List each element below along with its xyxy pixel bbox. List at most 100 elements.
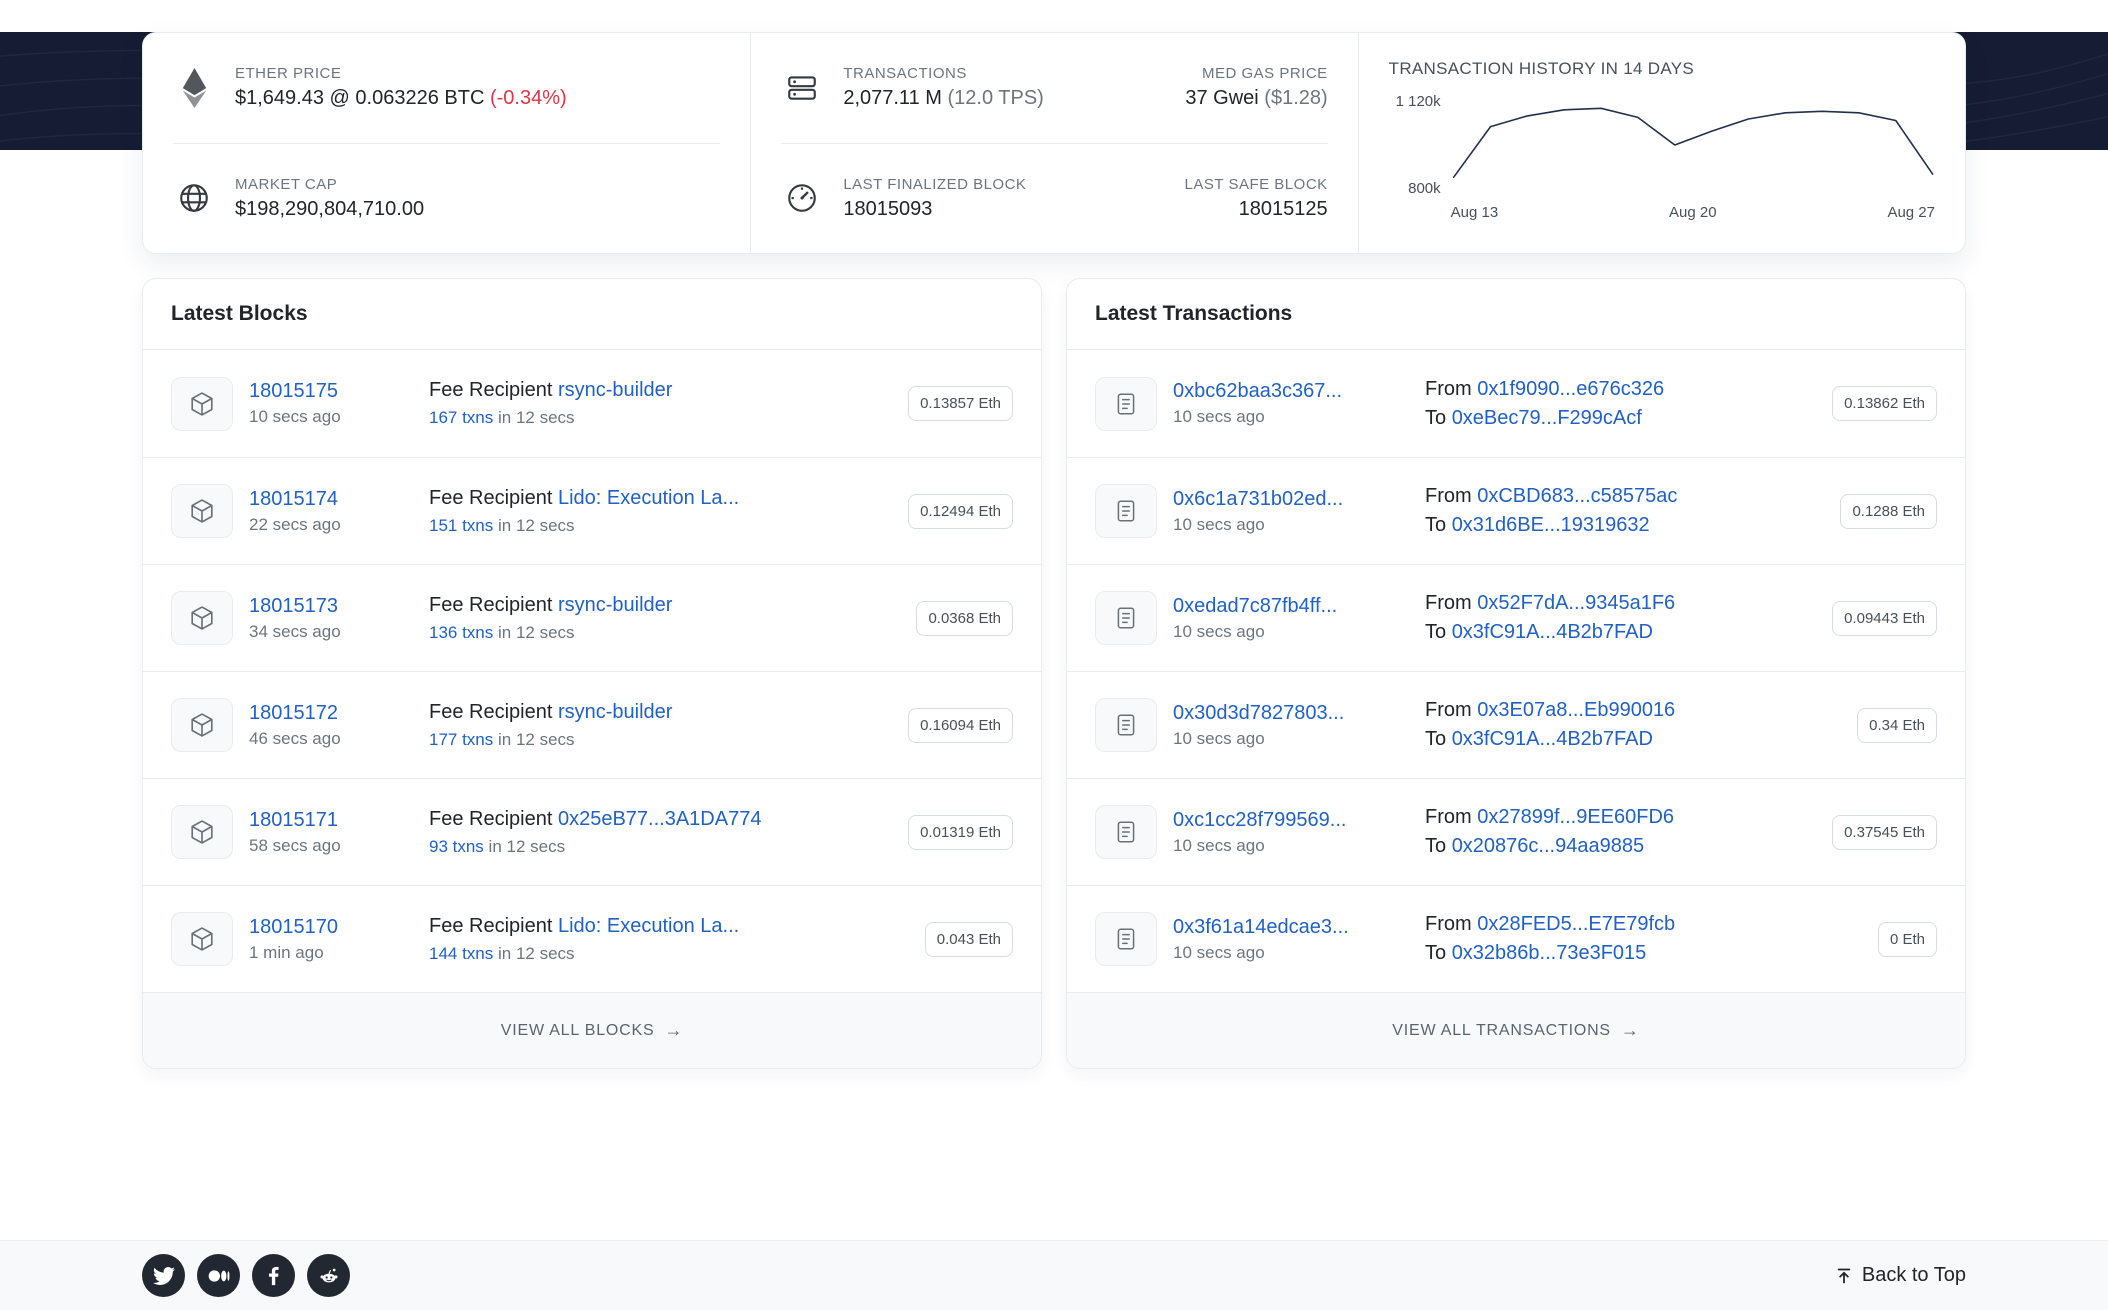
fee-recipient-label: Fee Recipient (429, 914, 553, 937)
network-stats-column: TRANSACTIONS 2,077.11 M (12.0 TPS) MED G… (750, 33, 1357, 253)
block-reward-badge: 0.0368 Eth (916, 600, 1013, 636)
tx-value-badge: 0.1288 Eth (1840, 493, 1937, 529)
latest-blocks-list: 18015175 10 secs ago Fee Recipient rsync… (143, 350, 1041, 992)
tx-to-label: To (1425, 835, 1447, 857)
block-reward-badge: 0.01319 Eth (908, 814, 1013, 850)
ether-price-btc: @ 0.063226 BTC (329, 87, 485, 110)
transaction-document-icon (1095, 591, 1157, 645)
fee-recipient-link[interactable]: rsync-builder (558, 379, 672, 401)
block-cube-icon (171, 484, 233, 538)
transaction-history-chart: TRANSACTION HISTORY IN 14 DAYS 1 120k 80… (1357, 33, 1965, 253)
latest-transactions-title: Latest Transactions (1095, 302, 1293, 325)
block-row: 18015170 1 min ago Fee Recipient Lido: E… (143, 885, 1041, 992)
med-gas-usd: ($1.28) (1264, 87, 1328, 110)
block-duration: in 12 secs (498, 515, 575, 535)
tx-to-link[interactable]: 0x20876c...94aa9885 (1452, 835, 1644, 857)
block-age: 1 min ago (249, 942, 324, 962)
tx-hash-link[interactable]: 0x30d3d7827803... (1173, 702, 1344, 725)
fee-recipient-label: Fee Recipient (429, 700, 553, 723)
back-to-top-link[interactable]: Back to Top (1835, 1264, 1966, 1287)
chart-y-min: 800k (1408, 180, 1441, 197)
ether-price-label: ETHER PRICE (235, 65, 342, 83)
block-txns-link[interactable]: 177 txns (429, 730, 493, 749)
fee-recipient-link[interactable]: Lido: Execution La... (558, 487, 739, 509)
tx-age: 10 secs ago (1173, 942, 1265, 962)
tx-to-link[interactable]: 0x32b86b...73e3F015 (1452, 942, 1647, 964)
transaction-row: 0xc1cc28f799569... 10 secs ago From 0x27… (1067, 778, 1965, 885)
chart-title: TRANSACTION HISTORY IN 14 DAYS (1388, 59, 1694, 78)
block-txns-link[interactable]: 93 txns (429, 837, 484, 856)
tx-to-label: To (1425, 728, 1447, 750)
block-txns-link[interactable]: 151 txns (429, 516, 493, 535)
view-all-blocks-link[interactable]: VIEW ALL BLOCKS → (143, 993, 1041, 1068)
latest-blocks-title: Latest Blocks (171, 302, 308, 325)
view-all-transactions-link[interactable]: VIEW ALL TRANSACTIONS → (1067, 993, 1965, 1068)
tx-from-link[interactable]: 0x3E07a8...Eb990016 (1477, 699, 1675, 721)
tx-from-label: From (1425, 913, 1472, 935)
block-txns-link[interactable]: 136 txns (429, 623, 493, 642)
tx-to-link[interactable]: 0xeBec79...F299cAcf (1452, 407, 1642, 429)
fee-recipient-label: Fee Recipient (429, 807, 553, 830)
tx-from-link[interactable]: 0x27899f...9EE60FD6 (1477, 806, 1674, 828)
block-number-link[interactable]: 18015171 (249, 809, 341, 832)
ether-price-usd[interactable]: $1,649.43 (235, 87, 324, 109)
block-reward-badge: 0.12494 Eth (908, 493, 1013, 529)
block-cube-icon (171, 698, 233, 752)
ether-price-value[interactable]: $1,649.43 @ 0.063226 BTC (-0.34%) (235, 87, 567, 110)
tx-hash-link[interactable]: 0xbc62baa3c367... (1173, 380, 1342, 403)
twitter-icon[interactable] (142, 1254, 185, 1297)
safe-block-value[interactable]: 18015125 (1185, 198, 1328, 221)
chart-y-axis: 1 120k 800k (1389, 93, 1441, 197)
tx-hash-link[interactable]: 0x6c1a731b02ed... (1173, 488, 1343, 511)
tx-value-badge: 0.13862 Eth (1832, 386, 1937, 421)
tx-age: 10 secs ago (1173, 407, 1265, 426)
block-number-link[interactable]: 18015174 (249, 488, 341, 511)
back-to-top-label: Back to Top (1861, 1264, 1966, 1286)
block-txns-link[interactable]: 144 txns (429, 944, 493, 963)
block-number-link[interactable]: 18015170 (249, 916, 338, 939)
transactions-count[interactable]: 2,077.11 M (843, 87, 942, 109)
tx-from-link[interactable]: 0x28FED5...E7E79fcb (1477, 913, 1675, 935)
server-icon (781, 71, 823, 105)
transactions-tps: (12.0 TPS) (947, 87, 1044, 110)
tx-from-link[interactable]: 0x1f9090...e676c326 (1477, 378, 1664, 400)
market-cap-stat: MARKET CAP $198,290,804,710.00 (173, 142, 721, 254)
fee-recipient-link[interactable]: rsync-builder (558, 594, 672, 616)
tx-from-link[interactable]: 0xCBD683...c58575ac (1477, 485, 1677, 507)
transaction-document-icon (1095, 698, 1157, 752)
market-cap-label: MARKET CAP (235, 175, 338, 193)
tx-hash-link[interactable]: 0xc1cc28f799569... (1173, 809, 1346, 832)
block-number-link[interactable]: 18015175 (249, 380, 341, 403)
block-txns-link[interactable]: 167 txns (429, 408, 493, 427)
tx-from-link[interactable]: 0x52F7dA...9345a1F6 (1477, 592, 1675, 614)
block-age: 58 secs ago (249, 835, 341, 855)
tx-to-link[interactable]: 0x3fC91A...4B2b7FAD (1452, 621, 1653, 643)
market-cap-value[interactable]: $198,290,804,710.00 (235, 198, 424, 221)
overview-stats-card: ETHER PRICE $1,649.43 @ 0.063226 BTC (-0… (142, 32, 1966, 254)
finalized-block-value[interactable]: 18015093 (843, 198, 1026, 221)
arrow-right-icon: → (1620, 1020, 1640, 1040)
tx-hash-link[interactable]: 0xedad7c87fb4ff... (1173, 595, 1337, 618)
ether-price-stat: ETHER PRICE $1,649.43 @ 0.063226 BTC (-0… (173, 33, 720, 143)
reddit-icon[interactable] (307, 1254, 350, 1297)
finalized-block-label: LAST FINALIZED BLOCK (843, 175, 1027, 193)
tx-hash-link[interactable]: 0x3f61a14edcae3... (1173, 916, 1349, 939)
facebook-icon[interactable] (252, 1254, 295, 1297)
transaction-row: 0xedad7c87fb4ff... 10 secs ago From 0x52… (1067, 564, 1965, 671)
transaction-document-icon (1095, 912, 1157, 966)
fee-recipient-link[interactable]: Lido: Execution La... (558, 915, 739, 937)
block-age: 46 secs ago (249, 728, 341, 748)
transactions-value[interactable]: 2,077.11 M (12.0 TPS) (843, 87, 1044, 110)
med-gas-gwei[interactable]: 37 Gwei (1185, 87, 1258, 109)
tx-to-link[interactable]: 0x3fC91A...4B2b7FAD (1452, 728, 1653, 750)
medium-icon[interactable] (197, 1254, 240, 1297)
fee-recipient-link[interactable]: rsync-builder (558, 701, 672, 723)
tx-to-link[interactable]: 0x31d6BE...19319632 (1452, 514, 1650, 536)
block-number-link[interactable]: 18015172 (249, 702, 341, 725)
fee-recipient-link[interactable]: 0x25eB77...3A1DA774 (558, 808, 762, 830)
med-gas-value[interactable]: 37 Gwei ($1.28) (1185, 87, 1327, 110)
block-number-link[interactable]: 18015173 (249, 595, 341, 618)
block-duration: in 12 secs (498, 622, 575, 642)
tx-age: 10 secs ago (1173, 514, 1265, 534)
med-gas-label: MED GAS PRICE (1201, 65, 1328, 83)
